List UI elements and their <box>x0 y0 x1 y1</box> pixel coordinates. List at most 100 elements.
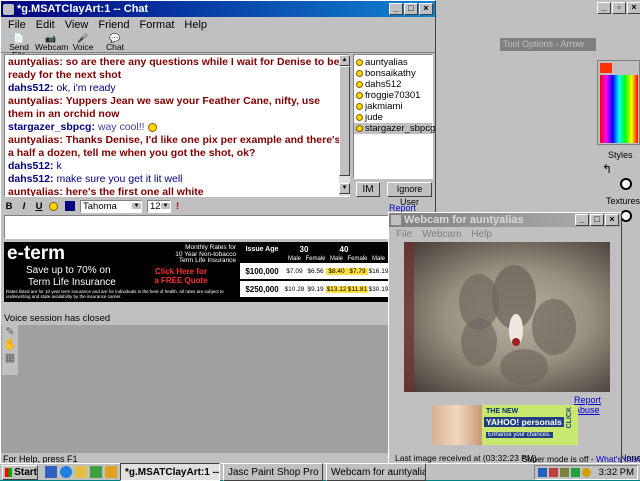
taskbar: Start *g.MSATClayArt:1 -- ... Jasc Paint… <box>0 463 640 481</box>
grid-icon[interactable]: ▦ <box>2 351 18 364</box>
webcam-close-button[interactable]: × <box>605 214 619 226</box>
underline-button[interactable]: U <box>34 201 44 212</box>
ad-rate-cell: $30.19 <box>368 285 389 293</box>
emoticon-icon[interactable] <box>49 201 58 211</box>
chat-message-user[interactable]: dahs512: <box>8 82 54 94</box>
webcam-title-bar[interactable]: Webcam for auntyalias _ □ × <box>389 213 621 227</box>
task-webcam[interactable]: Webcam for auntyalias <box>326 463 426 481</box>
maximize-button[interactable]: □ <box>404 3 418 15</box>
webcam-minimize-button[interactable]: _ <box>575 214 589 226</box>
ad-rate-cell: $16.19 <box>368 267 389 275</box>
tray-volume-icon[interactable] <box>559 467 569 477</box>
bold-button[interactable]: B <box>4 201 14 212</box>
user-list-item[interactable]: dahs512 <box>354 79 432 90</box>
palette-red-swatch[interactable] <box>600 63 612 73</box>
color-icon[interactable] <box>65 201 75 211</box>
chat-message-user[interactable]: auntyalias: <box>8 56 63 68</box>
tray-network-icon[interactable] <box>537 467 547 477</box>
pencil-icon[interactable]: ✎ <box>2 325 18 338</box>
tray-antivirus-icon[interactable] <box>570 467 580 477</box>
menu-format[interactable]: Format <box>135 19 180 31</box>
email-icon[interactable] <box>75 466 87 478</box>
size-select[interactable]: 12 ▼ <box>147 199 171 213</box>
im-button[interactable]: IM <box>356 182 380 197</box>
menu-edit[interactable]: Edit <box>31 19 60 31</box>
scroll-down-button[interactable]: ▼ <box>339 183 350 194</box>
webcam-report-abuse-link[interactable]: Report Abuse <box>574 395 621 415</box>
minimize-button[interactable]: _ <box>389 3 403 15</box>
tray-yahoo-icon[interactable] <box>581 467 591 477</box>
font-select[interactable]: Tahoma ▼ <box>80 199 142 213</box>
start-label: Start <box>14 466 37 478</box>
yahoo-personals-ad[interactable]: THE NEW YAHOO! personals Enhance your ch… <box>432 405 578 445</box>
chat-message-user[interactable]: auntyalias: <box>8 134 63 146</box>
close-button[interactable]: × <box>419 3 433 15</box>
webcam-title: Webcam for auntyalias <box>404 214 524 226</box>
scroll-up-button[interactable]: ▲ <box>339 55 350 66</box>
tray-messenger-icon[interactable] <box>548 467 558 477</box>
desktop-icon[interactable] <box>45 466 57 478</box>
styles-arrow-icon[interactable]: ↰ <box>602 162 612 176</box>
message-pane[interactable]: auntyalias: so are there any questions w… <box>4 54 350 197</box>
quick-launch <box>45 466 117 478</box>
webcam-menu-webcam[interactable]: Webcam <box>417 229 466 240</box>
message-input[interactable] <box>4 215 404 239</box>
user-list-item[interactable]: froggie70301 <box>354 90 432 101</box>
send-file-button[interactable]: 📄 Send File <box>3 33 35 59</box>
user-list-item[interactable]: jakmiami <box>354 101 432 112</box>
voice-button[interactable]: 🎤 Voice <box>67 33 99 52</box>
chat-button[interactable]: 💬 Chat <box>99 33 131 52</box>
psp-tool-options-bar[interactable]: Tool Options - Arrow <box>500 38 596 51</box>
ad-tagline: Save up to 70% on <box>26 265 111 276</box>
chat-app-icon <box>3 3 14 15</box>
italic-button[interactable]: I <box>19 201 29 212</box>
task-psp[interactable]: Jasc Paint Shop Pro <box>223 463 323 481</box>
psp-minimize-button[interactable]: _ <box>597 2 611 14</box>
ignore-user-button[interactable]: Ignore User <box>387 182 432 207</box>
webcam-menu-help[interactable]: Help <box>466 229 497 240</box>
hand-icon[interactable]: ✋ <box>2 338 18 351</box>
user-list-item[interactable]: auntyalias <box>354 57 432 68</box>
ad-rate-cell: $7.79 <box>347 267 368 275</box>
browser-icon[interactable] <box>60 466 72 478</box>
webcam-button[interactable]: 📷 Webcam <box>35 33 68 52</box>
user-list-item[interactable]: stargazer_sbpcg <box>354 123 435 134</box>
psp-close-button[interactable]: × <box>627 2 640 14</box>
start-button[interactable]: Start <box>2 464 38 480</box>
chat-message: auntyalias: Thanks Denise, I'd like one … <box>7 134 347 160</box>
task-chat[interactable]: *g.MSATClayArt:1 -- ... <box>120 463 220 481</box>
user-list: auntyalias bonsaikathy dahs512 froggie70301… <box>353 54 435 179</box>
ad-age-40: 40 <box>339 244 349 254</box>
chat-message-user[interactable]: auntyalias: <box>8 95 63 107</box>
styles-none-icon[interactable] <box>620 178 632 190</box>
chat-message-user[interactable]: dahs512: <box>8 160 54 172</box>
menu-friend[interactable]: Friend <box>93 19 134 31</box>
menu-view[interactable]: View <box>60 19 94 31</box>
user-list-item[interactable]: bonsaikathy <box>354 68 432 79</box>
psp-styles-label: Styles <box>608 150 633 160</box>
chat-message-user[interactable]: dahs512: <box>8 173 54 185</box>
ad-sub-3: Female <box>347 255 368 262</box>
eterm-ad-banner[interactable]: e-term Save up to 70% on Term Life Insur… <box>4 242 390 302</box>
psp-scrollbar[interactable] <box>622 290 638 308</box>
chat-message-user[interactable]: auntyalias: <box>8 186 63 196</box>
chat-title-bar[interactable]: *g.MSATClayArt:1 -- Chat _ □ × <box>1 1 435 17</box>
yahoo-ad-new: THE NEW <box>486 408 519 415</box>
tool-options-label: Tool Options - Arrow <box>503 39 585 49</box>
menu-file[interactable]: File <box>3 19 31 31</box>
menu-help[interactable]: Help <box>179 19 212 31</box>
chat-message-user[interactable]: stargazer_sbpcg: <box>8 121 95 133</box>
psp-restore-button[interactable]: ▫ <box>612 2 626 14</box>
user-list-item[interactable]: jude <box>354 112 432 123</box>
webcam-menu-file[interactable]: File <box>391 229 417 240</box>
alert-icon[interactable]: ! <box>176 201 179 212</box>
webcam-maximize-button[interactable]: □ <box>590 214 604 226</box>
folder-icon[interactable] <box>105 466 117 478</box>
media-icon[interactable] <box>90 466 102 478</box>
psp-restore-controls: _ ▫ × <box>596 2 640 14</box>
chat-label: Chat <box>106 42 124 52</box>
message-scrollbar[interactable]: ▲ ▼ <box>339 55 350 196</box>
chat-menu-bar: File Edit View Friend Format Help <box>1 17 435 33</box>
scroll-thumb[interactable] <box>339 66 350 176</box>
palette-color-picker[interactable] <box>600 75 638 143</box>
